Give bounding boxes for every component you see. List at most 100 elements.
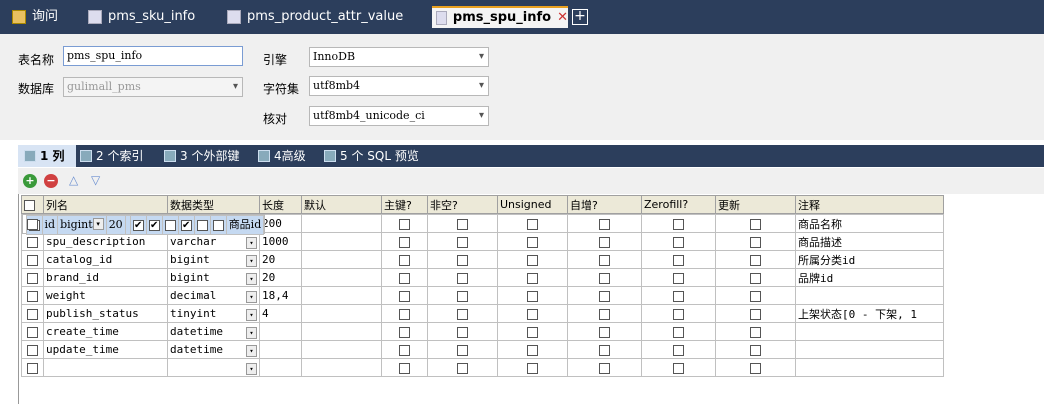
- row-select-checkbox[interactable]: [27, 254, 38, 266]
- length-cell[interactable]: 1000: [259, 232, 302, 251]
- unsigned-cell[interactable]: [497, 340, 568, 359]
- unsigned-checkbox[interactable]: [527, 326, 538, 338]
- comment-cell[interactable]: 商品描述: [795, 232, 944, 251]
- row-select-cell[interactable]: [21, 286, 44, 305]
- notnull-cell[interactable]: [427, 304, 498, 323]
- ai-checkbox[interactable]: [599, 254, 610, 266]
- default-cell[interactable]: [301, 268, 382, 287]
- update-checkbox[interactable]: [750, 362, 761, 374]
- update-checkbox[interactable]: [750, 236, 761, 248]
- update-checkbox[interactable]: [750, 254, 761, 266]
- ai-checkbox[interactable]: [599, 272, 610, 284]
- tab-pms-product-attr-value[interactable]: pms_product_attr_value: [223, 6, 423, 28]
- notnull-checkbox[interactable]: [457, 218, 468, 230]
- ai-checkbox[interactable]: [599, 236, 610, 248]
- collation-select[interactable]: utf8mb4_unicode_ci ▾: [309, 106, 489, 126]
- column-name-cell[interactable]: weight: [43, 286, 168, 305]
- ai-cell[interactable]: [567, 304, 642, 323]
- subtab-foreign-keys[interactable]: 3 个外部键: [164, 145, 239, 167]
- row-select-cell[interactable]: [21, 358, 44, 377]
- notnull-cell[interactable]: [427, 250, 498, 269]
- update-cell[interactable]: [209, 215, 227, 235]
- ai-checkbox[interactable]: [599, 290, 610, 302]
- row-select-cell[interactable]: [21, 232, 44, 251]
- unsigned-cell[interactable]: [497, 268, 568, 287]
- update-checkbox[interactable]: [750, 218, 761, 230]
- row-select-checkbox[interactable]: [27, 272, 38, 284]
- pk-cell[interactable]: [381, 268, 428, 287]
- column-name-cell[interactable]: spu_description: [43, 232, 168, 251]
- pk-cell[interactable]: [381, 322, 428, 341]
- default-cell[interactable]: [301, 304, 382, 323]
- unsigned-cell[interactable]: [497, 214, 568, 233]
- data-type-cell[interactable]: tinyint ▾: [167, 304, 260, 323]
- zerofill-checkbox[interactable]: [673, 308, 684, 320]
- length-cell[interactable]: [259, 322, 302, 341]
- update-cell[interactable]: [715, 232, 796, 251]
- zerofill-cell[interactable]: [193, 215, 211, 235]
- comment-cell[interactable]: 品牌id: [795, 268, 944, 287]
- zerofill-cell[interactable]: [641, 322, 716, 341]
- engine-select[interactable]: InnoDB ▾: [309, 47, 489, 67]
- notnull-checkbox[interactable]: [457, 272, 468, 284]
- ai-cell[interactable]: [567, 232, 642, 251]
- select-all-checkbox[interactable]: [24, 199, 35, 211]
- default-cell[interactable]: [301, 322, 382, 341]
- zerofill-checkbox[interactable]: [673, 344, 684, 356]
- header-length[interactable]: 长度: [259, 195, 302, 214]
- notnull-checkbox[interactable]: [457, 236, 468, 248]
- subtab-columns[interactable]: 1 列: [18, 145, 76, 167]
- default-cell[interactable]: [301, 250, 382, 269]
- ai-cell[interactable]: ✔: [177, 215, 195, 235]
- column-name-cell[interactable]: brand_id: [43, 268, 168, 287]
- header-notnull[interactable]: 非空?: [427, 195, 498, 214]
- tab-query[interactable]: 询问: [8, 6, 68, 28]
- table-row[interactable]: weight decimal ▾ 18,4: [21, 286, 944, 305]
- zerofill-checkbox[interactable]: [673, 362, 684, 374]
- update-checkbox[interactable]: [750, 344, 761, 356]
- zerofill-checkbox[interactable]: [673, 290, 684, 302]
- ai-checkbox[interactable]: [599, 326, 610, 338]
- unsigned-checkbox[interactable]: [527, 254, 538, 266]
- pk-checkbox[interactable]: [399, 308, 410, 320]
- zerofill-cell[interactable]: [641, 286, 716, 305]
- data-type-cell[interactable]: bigint ▾: [167, 250, 260, 269]
- ai-cell[interactable]: [567, 214, 642, 233]
- pk-checkbox[interactable]: [399, 236, 410, 248]
- length-cell[interactable]: [259, 358, 302, 377]
- notnull-checkbox[interactable]: [457, 362, 468, 374]
- row-select-checkbox[interactable]: [27, 218, 38, 230]
- row-select-checkbox[interactable]: [27, 236, 38, 248]
- ai-cell[interactable]: [567, 268, 642, 287]
- pk-cell[interactable]: [381, 232, 428, 251]
- pk-checkbox[interactable]: [399, 218, 410, 230]
- header-comment[interactable]: 注释: [795, 195, 944, 214]
- unsigned-checkbox[interactable]: [527, 290, 538, 302]
- zerofill-cell[interactable]: [641, 358, 716, 377]
- comment-cell[interactable]: [795, 358, 944, 377]
- row-select-checkbox[interactable]: [27, 290, 38, 302]
- pk-cell[interactable]: [381, 358, 428, 377]
- comment-cell[interactable]: 所属分类id: [795, 250, 944, 269]
- remove-column-icon[interactable]: −: [44, 174, 58, 188]
- unsigned-checkbox[interactable]: [164, 219, 176, 231]
- ai-checkbox[interactable]: ✔: [180, 219, 192, 231]
- notnull-checkbox[interactable]: [457, 308, 468, 320]
- row-select-cell[interactable]: [21, 250, 44, 269]
- pk-cell[interactable]: [381, 214, 428, 233]
- data-type-cell[interactable]: ▾: [167, 358, 260, 377]
- header-update[interactable]: 更新: [715, 195, 796, 214]
- data-type-cell[interactable]: bigint ▾: [57, 215, 107, 235]
- ai-cell[interactable]: [567, 250, 642, 269]
- comment-cell[interactable]: 上架状态[0 - 下架, 1: [795, 304, 944, 323]
- row-select-cell[interactable]: [21, 304, 44, 323]
- add-column-icon[interactable]: +: [23, 174, 37, 188]
- table-row[interactable]: publish_status tinyint ▾ 4 上架状态[0 - 下架, 1: [21, 304, 944, 323]
- update-cell[interactable]: [715, 286, 796, 305]
- ai-cell[interactable]: [567, 340, 642, 359]
- zerofill-cell[interactable]: [641, 268, 716, 287]
- subtab-indexes[interactable]: 2 个索引: [80, 145, 143, 167]
- data-type-cell[interactable]: varchar ▾: [167, 232, 260, 251]
- update-checkbox[interactable]: [750, 308, 761, 320]
- data-type-cell[interactable]: datetime ▾: [167, 340, 260, 359]
